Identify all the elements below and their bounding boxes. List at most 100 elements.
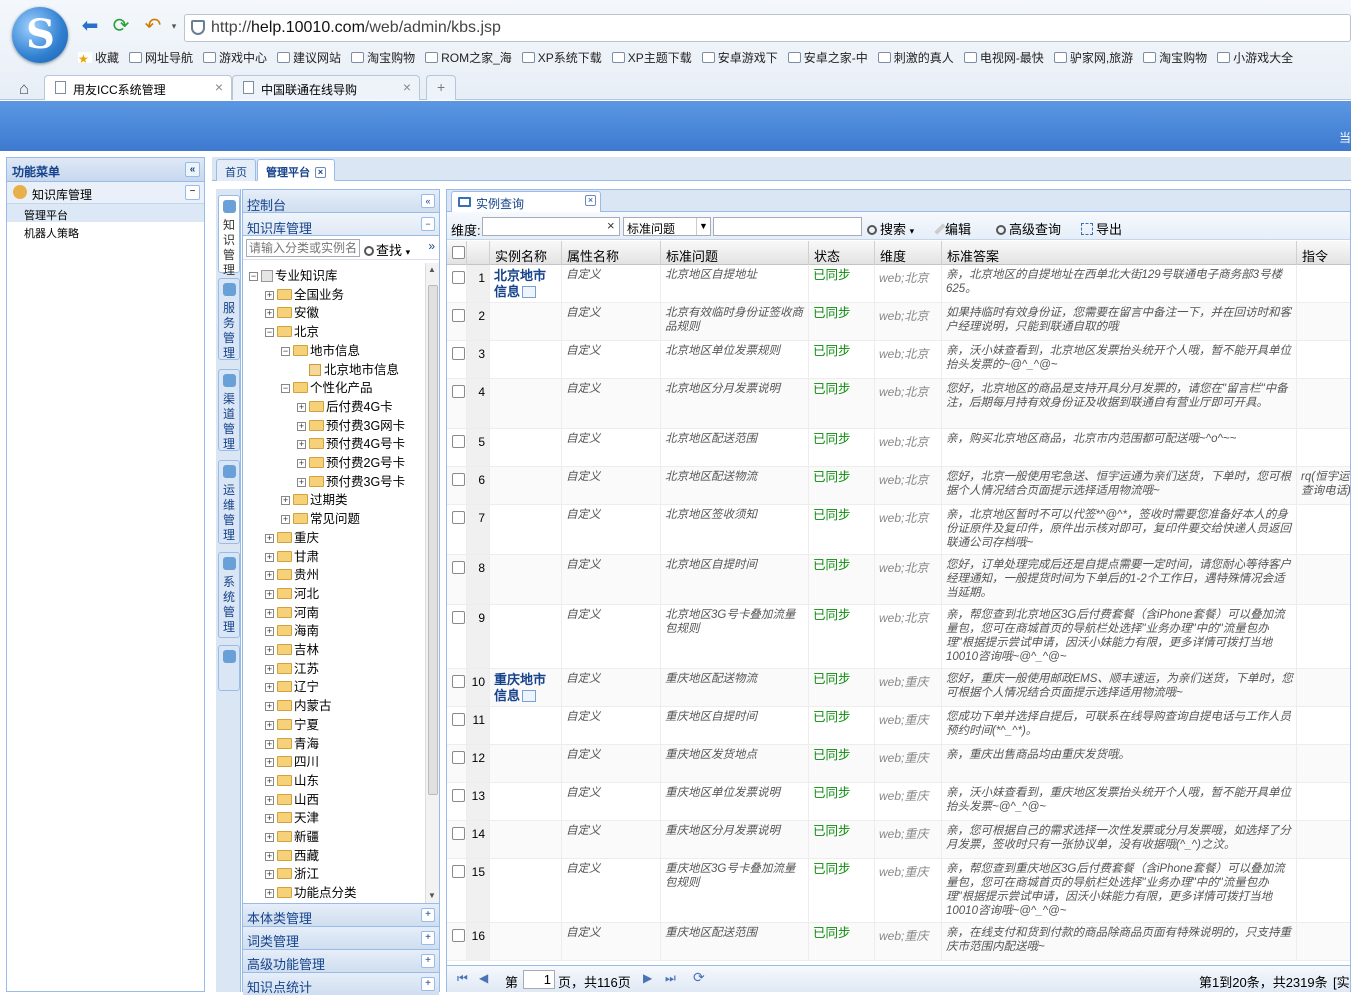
tree-node[interactable]: + 天津 bbox=[265, 807, 319, 826]
scroll-thumb[interactable] bbox=[428, 285, 438, 795]
table-row[interactable]: 15 自定义 重庆地区3G号卡叠加流量包规则 已同步 web;重庆 亲，帮您查到重庆地区3… bbox=[447, 859, 1350, 923]
dimension-input[interactable] bbox=[482, 217, 620, 236]
vtab-0[interactable]: 知识管理 bbox=[218, 195, 240, 277]
tree-node[interactable]: + 全国业务 bbox=[265, 284, 344, 303]
tree-node[interactable]: + 内蒙古 bbox=[265, 695, 332, 714]
row-checkbox-cell[interactable] bbox=[447, 555, 467, 604]
instance-name[interactable] bbox=[490, 429, 562, 466]
table-row[interactable]: 16 自定义 重庆地区配送范围 已同步 web;重庆 亲，在线支付和货到付款的商品除商品页… bbox=[447, 923, 1350, 961]
accordion-2[interactable]: 高级功能管理 + bbox=[243, 949, 439, 972]
row-checkbox[interactable] bbox=[452, 435, 465, 448]
keyword-input[interactable] bbox=[713, 217, 862, 236]
tree-node[interactable]: − 北京 bbox=[265, 321, 319, 340]
row-checkbox-cell[interactable] bbox=[447, 745, 467, 782]
refresh-icon[interactable]: ⟳ bbox=[693, 969, 705, 986]
table-row[interactable]: 11 自定义 重庆地区自提时间 已同步 web;重庆 您成功下单并选择自提后，可联系在线导… bbox=[447, 707, 1350, 745]
column-header[interactable]: 实例名称 bbox=[490, 241, 562, 265]
search-button[interactable]: 搜索 ▾ bbox=[867, 219, 914, 238]
row-checkbox-cell[interactable] bbox=[447, 923, 467, 960]
row-checkbox-cell[interactable] bbox=[447, 505, 467, 554]
tree-node[interactable]: + 预付费3G网卡 bbox=[297, 415, 405, 434]
row-checkbox-cell[interactable] bbox=[447, 341, 467, 378]
row-checkbox[interactable] bbox=[452, 751, 465, 764]
row-checkbox[interactable] bbox=[452, 827, 465, 840]
expand-icon[interactable]: + bbox=[265, 627, 274, 637]
row-checkbox[interactable] bbox=[452, 271, 465, 284]
table-row[interactable]: 5 自定义 北京地区配送范围 已同步 web;北京 亲，购买北京地区商品，北京市内范围都可… bbox=[447, 429, 1350, 467]
instance-name[interactable] bbox=[490, 505, 562, 554]
row-checkbox-cell[interactable] bbox=[447, 859, 467, 922]
expand-icon[interactable]: + bbox=[265, 683, 274, 693]
row-checkbox-cell[interactable] bbox=[447, 379, 467, 428]
expand-icon[interactable]: + bbox=[265, 739, 274, 749]
next-page-icon[interactable]: ▶ bbox=[643, 971, 652, 985]
row-checkbox[interactable] bbox=[452, 611, 465, 624]
instance-name[interactable] bbox=[490, 467, 562, 504]
table-row[interactable]: 12 自定义 重庆地区发货地点 已同步 web;重庆 亲，重庆出售商品均由重庆发货哦。 bbox=[447, 745, 1350, 783]
edit-button[interactable]: 编辑 bbox=[934, 219, 971, 238]
tree-node[interactable]: + 河南 bbox=[265, 602, 319, 621]
row-checkbox-cell[interactable] bbox=[447, 605, 467, 668]
table-row[interactable]: 8 自定义 北京地区自提时间 已同步 web;北京 您好，订单处理完成后还是自提点需要一定… bbox=[447, 555, 1350, 605]
tree-node[interactable]: − 专业知识库 bbox=[249, 265, 338, 284]
bookmark-item[interactable]: ★ 收藏 bbox=[78, 49, 119, 66]
expand-icon[interactable]: + bbox=[265, 814, 274, 824]
collapse-left-icon[interactable]: « bbox=[185, 162, 200, 177]
tree-node[interactable]: + 贵州 bbox=[265, 564, 319, 583]
expand-icon[interactable]: + bbox=[265, 533, 274, 543]
tree-node[interactable]: + 山西 bbox=[265, 789, 319, 808]
expand-icon[interactable]: + bbox=[265, 646, 274, 655]
expand-icon[interactable]: + bbox=[265, 571, 274, 581]
column-header[interactable]: 状态 bbox=[809, 241, 875, 265]
tree-node[interactable]: + 海南 bbox=[265, 620, 319, 639]
expand-accordion-icon[interactable]: + bbox=[421, 954, 435, 968]
table-row[interactable]: 3 自定义 北京地区单位发票规则 已同步 web;北京 亲，沃小妹查看到，北京地区发票抬头… bbox=[447, 341, 1350, 379]
instance-name[interactable] bbox=[490, 707, 562, 744]
tree-node[interactable]: + 后付费4G卡 bbox=[297, 396, 393, 415]
tree-find-button[interactable]: 查找 ▾ bbox=[364, 240, 410, 259]
table-row[interactable]: 13 自定义 重庆地区单位发票说明 已同步 web;重庆 亲，沃小妹查看到，重庆地区发票抬… bbox=[447, 783, 1350, 821]
home-icon[interactable]: ⌂ bbox=[12, 77, 36, 101]
row-checkbox-cell[interactable] bbox=[447, 669, 467, 706]
tree-node[interactable]: + 预付费4G号卡 bbox=[297, 433, 405, 452]
collapse-section-icon[interactable]: − bbox=[185, 185, 200, 200]
tree-node[interactable]: − 个性化产品 bbox=[281, 377, 373, 396]
close-tab-icon[interactable]: × bbox=[215, 79, 223, 95]
column-header[interactable]: 属性名称 bbox=[562, 241, 661, 265]
instance-name[interactable] bbox=[490, 821, 562, 858]
expand-icon[interactable]: + bbox=[265, 309, 274, 319]
collapse-console-icon[interactable]: « bbox=[421, 194, 435, 208]
expand-icon[interactable]: + bbox=[281, 496, 290, 506]
select-all-checkbox[interactable] bbox=[452, 246, 465, 259]
instance-name[interactable]: 北京地市信息 bbox=[490, 265, 562, 302]
export-button[interactable]: 导出 bbox=[1081, 219, 1122, 238]
tree-node[interactable]: + 青海 bbox=[265, 733, 319, 752]
expand-icon[interactable]: + bbox=[265, 589, 274, 599]
row-checkbox[interactable] bbox=[452, 789, 465, 802]
table-row[interactable]: 7 自定义 北京地区签收须知 已同步 web;北京 亲，北京地区暂时不可以代签*^@^*，… bbox=[447, 505, 1350, 555]
bookmark-item[interactable]: 驴家网,旅游 bbox=[1053, 49, 1133, 66]
expand-icon[interactable]: + bbox=[265, 758, 274, 768]
bookmark-item[interactable]: 游戏中心 bbox=[203, 49, 267, 66]
vtab-extra[interactable] bbox=[218, 645, 240, 691]
row-checkbox[interactable] bbox=[452, 309, 465, 322]
expand-icon[interactable]: − bbox=[265, 328, 274, 338]
field-select[interactable]: 标准问题 ▼ bbox=[623, 217, 711, 236]
expand-icon[interactable]: + bbox=[265, 776, 274, 786]
advanced-query-button[interactable]: 高级查询 bbox=[996, 219, 1061, 238]
tree-node[interactable]: + 新疆 bbox=[265, 826, 319, 845]
row-checkbox-cell[interactable] bbox=[447, 303, 467, 340]
browser-tab-icc[interactable]: 用友ICC系统管理 × bbox=[44, 75, 232, 100]
last-page-icon[interactable]: ⏭ bbox=[665, 971, 676, 986]
first-page-icon[interactable]: ⏮ bbox=[457, 971, 468, 986]
tab-instance-query[interactable]: 实例查询 × bbox=[451, 191, 601, 212]
instance-name[interactable] bbox=[490, 605, 562, 668]
close-tab-icon[interactable]: × bbox=[585, 195, 596, 206]
column-header[interactable]: 标准答案 bbox=[942, 241, 1297, 265]
expand-icon[interactable]: + bbox=[297, 421, 306, 431]
expand-icon[interactable]: + bbox=[265, 702, 274, 712]
tree-node[interactable]: + 江苏 bbox=[265, 658, 319, 677]
expand-icon[interactable]: + bbox=[265, 552, 274, 562]
instance-name[interactable]: 重庆地市信息 bbox=[490, 669, 562, 706]
column-header[interactable]: 标准问题 bbox=[661, 241, 809, 265]
